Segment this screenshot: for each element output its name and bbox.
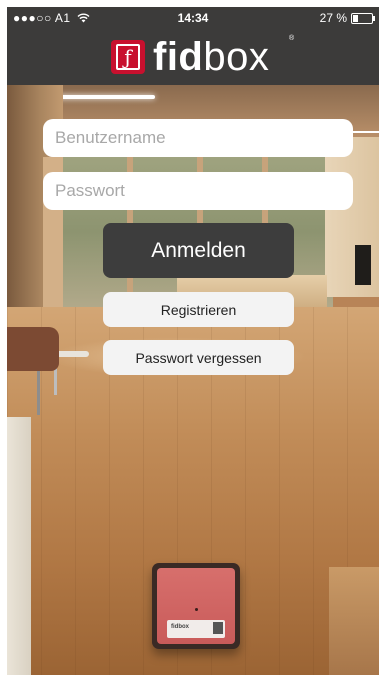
battery-percent: 27 % [319,11,347,25]
logo-text-light: box [203,35,270,79]
login-button[interactable]: Anmelden [103,223,294,278]
logo-text-bold: fid [153,35,204,79]
qr-code-icon [213,622,223,634]
battery-status: 27 % [319,11,375,25]
logo-wordmark: fidbox [153,37,269,77]
username-field-edge [353,131,379,133]
armchair [7,327,59,371]
status-bar: ●●●○○ A1 14:34 27 % [7,7,379,29]
registered-mark: ® [289,35,295,42]
fidbox-logo: ƒ fidbox ® [111,35,294,77]
logo-mark-glyph: ƒ [116,44,140,70]
ceiling-light [57,95,155,99]
battery-tip [373,15,375,21]
armchair-leg [37,371,40,415]
fidbox-device: fidbox [152,563,240,649]
battery-fill [353,14,358,22]
app-header: ●●●○○ A1 14:34 27 % ƒ fidbox ® [7,7,379,85]
fidbox-device-face: fidbox [157,568,235,644]
device-label-text: fidbox [171,624,189,630]
white-cabinet [7,417,31,675]
wall-tv [355,245,371,285]
wooden-bench [329,567,379,675]
register-button[interactable]: Registrieren [103,292,294,327]
password-field[interactable] [43,172,353,210]
forgot-password-button[interactable]: Passwort vergessen [103,340,294,375]
fidbox-logo-icon: ƒ [111,40,145,74]
app-screen: fidbox ●●●○○ A1 14:34 27 % ƒ fidbox ® Be… [7,7,379,675]
username-field[interactable] [43,119,353,157]
battery-icon [351,12,375,24]
device-dot [195,608,198,611]
